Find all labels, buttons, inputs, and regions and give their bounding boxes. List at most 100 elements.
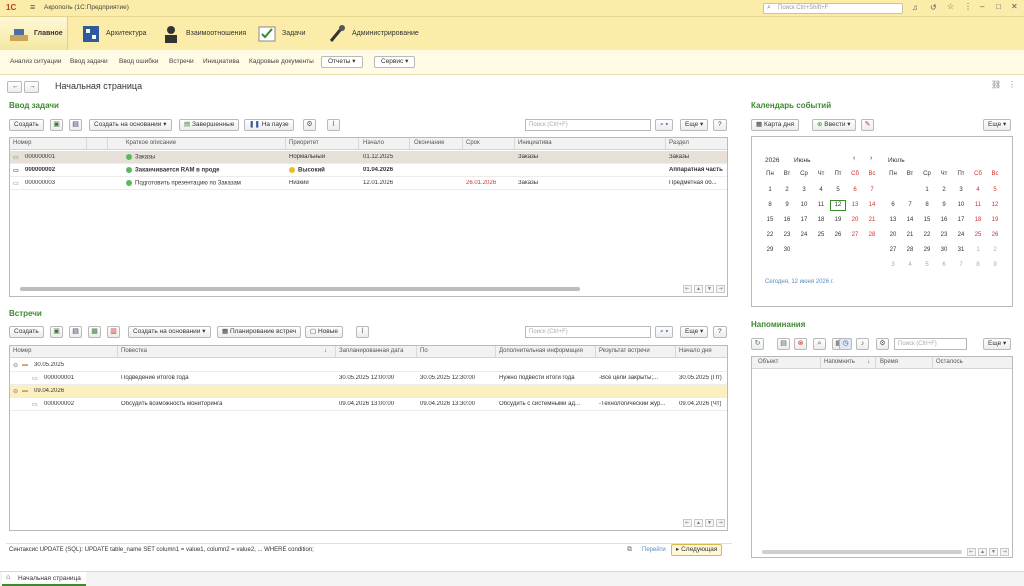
page-down-icon[interactable]: ▼ xyxy=(705,285,714,293)
col-start[interactable]: Начало xyxy=(363,140,384,146)
calendar-day[interactable]: 23 xyxy=(779,232,795,238)
calendar-day[interactable]: 21 xyxy=(864,217,880,223)
page-up-icon[interactable]: ▲ xyxy=(694,285,703,293)
next-month-icon[interactable]: › xyxy=(870,155,872,162)
minimize-button[interactable]: – xyxy=(980,2,984,11)
meetings-copy-icon[interactable]: ▣ xyxy=(50,326,63,338)
nav-error-entry[interactable]: Ввод ошибки xyxy=(119,58,158,65)
nav-hr-documents[interactable]: Кадровые документы xyxy=(249,58,314,65)
calendar-day[interactable]: 4 xyxy=(970,187,986,193)
calendar-day[interactable]: 26 xyxy=(830,232,846,238)
calendar-day[interactable]: 24 xyxy=(953,232,969,238)
tasks-help-button[interactable]: ? xyxy=(713,119,727,131)
calendar-day[interactable]: 2 xyxy=(987,247,1003,253)
page-first-icon[interactable]: ⇤ xyxy=(683,285,692,293)
calendar-settings-icon[interactable]: ✎ xyxy=(861,119,874,131)
link-icon[interactable]: ⛓ xyxy=(991,80,1001,89)
tasks-settings-icon[interactable]: ⚙ xyxy=(303,119,316,131)
meetings-planning-button[interactable]: ▦ Планирование встреч xyxy=(217,326,302,338)
calendar-day[interactable]: 2 xyxy=(779,187,795,193)
calendar-day[interactable]: 10 xyxy=(953,202,969,208)
open-window-tab[interactable]: ⌂ Начальная страница xyxy=(2,572,86,586)
calendar-day[interactable]: 13 xyxy=(885,217,901,223)
table-row[interactable]: ▭ 000000003 Подготовить презентацию по З… xyxy=(10,177,727,190)
calendar-day-today[interactable]: 12 xyxy=(830,200,846,211)
reminder-find-icon[interactable]: ⌕ xyxy=(813,338,826,350)
meetings-more-button[interactable]: Еще ▾ xyxy=(680,326,709,338)
calendar-day[interactable]: 4 xyxy=(813,187,829,193)
copy-icon[interactable]: ⧉ xyxy=(627,546,632,554)
calendar-day[interactable]: 18 xyxy=(970,217,986,223)
calendar-day[interactable]: 14 xyxy=(902,217,918,223)
calendar-day[interactable]: 17 xyxy=(796,217,812,223)
page-first-icon[interactable]: ⇤ xyxy=(967,548,976,556)
calendar-day[interactable]: 27 xyxy=(847,232,863,238)
calendar-month-select[interactable]: Июнь xyxy=(794,157,811,164)
calendar-day[interactable]: 24 xyxy=(796,232,812,238)
maximize-button[interactable]: □ xyxy=(996,2,1001,11)
section-architecture[interactable]: Архитектура xyxy=(80,17,147,50)
reminders-hscrollbar[interactable] xyxy=(762,550,962,554)
calendar-day[interactable]: 20 xyxy=(885,232,901,238)
calendar-day[interactable]: 30 xyxy=(779,247,795,253)
calendar-day[interactable]: 29 xyxy=(919,247,935,253)
tasks-attach-icon[interactable]: ⌇ xyxy=(327,119,340,131)
calendar-day[interactable]: 8 xyxy=(762,202,778,208)
col-due[interactable]: Срок xyxy=(466,140,480,146)
today-link[interactable]: Сегодня, 12 июня 2026 г. xyxy=(765,279,834,285)
tasks-copy-icon[interactable]: ▣ xyxy=(50,119,63,131)
global-search-input[interactable]: ⌕ Поиск Ctrl+Shift+F xyxy=(763,3,903,14)
calendar-day[interactable]: 28 xyxy=(902,247,918,253)
col-time[interactable]: Время xyxy=(880,359,898,365)
table-row[interactable]: ▭ 000000002 Обсудить возможность монитор… xyxy=(10,398,727,411)
meetings-new-button[interactable]: ▢ Новые xyxy=(305,326,344,338)
calendar-day[interactable]: 25 xyxy=(813,232,829,238)
calendar-day[interactable]: 19 xyxy=(987,217,1003,223)
tasks-hscrollbar[interactable] xyxy=(20,287,580,291)
calendar-day[interactable]: 9 xyxy=(936,202,952,208)
calendar-day[interactable]: 14 xyxy=(864,202,880,208)
calendar-day[interactable]: 9 xyxy=(779,202,795,208)
col-object[interactable]: Объект xyxy=(758,359,778,365)
expand-icon[interactable]: ⊖ xyxy=(13,362,18,369)
col-number[interactable]: Номер xyxy=(13,140,31,146)
section-main[interactable]: Главное xyxy=(0,17,68,50)
calendar-day[interactable]: 19 xyxy=(830,217,846,223)
calendar-day[interactable]: 1 xyxy=(762,187,778,193)
col-result[interactable]: Результат встречи xyxy=(599,348,650,354)
calendar-day[interactable]: 3 xyxy=(885,262,901,268)
service-menu-button[interactable]: Сервис ▾ xyxy=(374,56,416,68)
calendar-day[interactable]: 1 xyxy=(919,187,935,193)
close-button[interactable]: ✕ xyxy=(1011,2,1018,11)
calendar-day[interactable]: 13 xyxy=(847,202,863,208)
calendar-day[interactable]: 22 xyxy=(919,232,935,238)
expand-icon[interactable]: ⊖ xyxy=(13,388,18,395)
calendar-more-button[interactable]: Еще ▾ xyxy=(983,119,1012,131)
calendar-day[interactable]: 5 xyxy=(830,187,846,193)
calendar-day[interactable]: 16 xyxy=(936,217,952,223)
tip-prev-link[interactable]: Перейти xyxy=(642,547,666,553)
calendar-day[interactable]: 10 xyxy=(796,202,812,208)
forward-button[interactable]: → xyxy=(24,81,39,93)
calendar-day[interactable]: 20 xyxy=(847,217,863,223)
refresh-icon[interactable]: ↻ xyxy=(751,338,764,350)
nav-situation-analysis[interactable]: Анализ ситуации xyxy=(10,58,61,65)
nav-task-entry[interactable]: Ввод задачи xyxy=(70,58,108,65)
page-up-icon[interactable]: ▲ xyxy=(694,519,703,527)
page-down-icon[interactable]: ▼ xyxy=(705,519,714,527)
tasks-create-based-button[interactable]: Создать на основании ▾ xyxy=(89,119,172,131)
meetings-search-input[interactable]: Поиск (Ctrl+F) xyxy=(525,326,651,338)
tasks-more-button[interactable]: Еще ▾ xyxy=(680,119,709,131)
star-icon[interactable]: ☆ xyxy=(947,2,954,11)
calendar-year[interactable]: 2026 xyxy=(765,157,779,164)
tasks-edit-icon[interactable]: ▤ xyxy=(69,119,82,131)
col-number[interactable]: Номер xyxy=(13,348,31,354)
prev-month-icon[interactable]: ‹ xyxy=(853,155,855,162)
reminder-bell-icon[interactable]: ♪ xyxy=(856,338,869,350)
page-first-icon[interactable]: ⇤ xyxy=(683,519,692,527)
calendar-day[interactable]: 3 xyxy=(796,187,812,193)
calendar-add-button[interactable]: ⊕ Ввести ▾ xyxy=(812,119,856,131)
col-remind[interactable]: Напомнить xyxy=(824,359,855,365)
reminders-search-input[interactable]: Поиск (Ctrl+F) xyxy=(894,338,967,350)
meetings-attach-icon[interactable]: ⌇ xyxy=(356,326,369,338)
